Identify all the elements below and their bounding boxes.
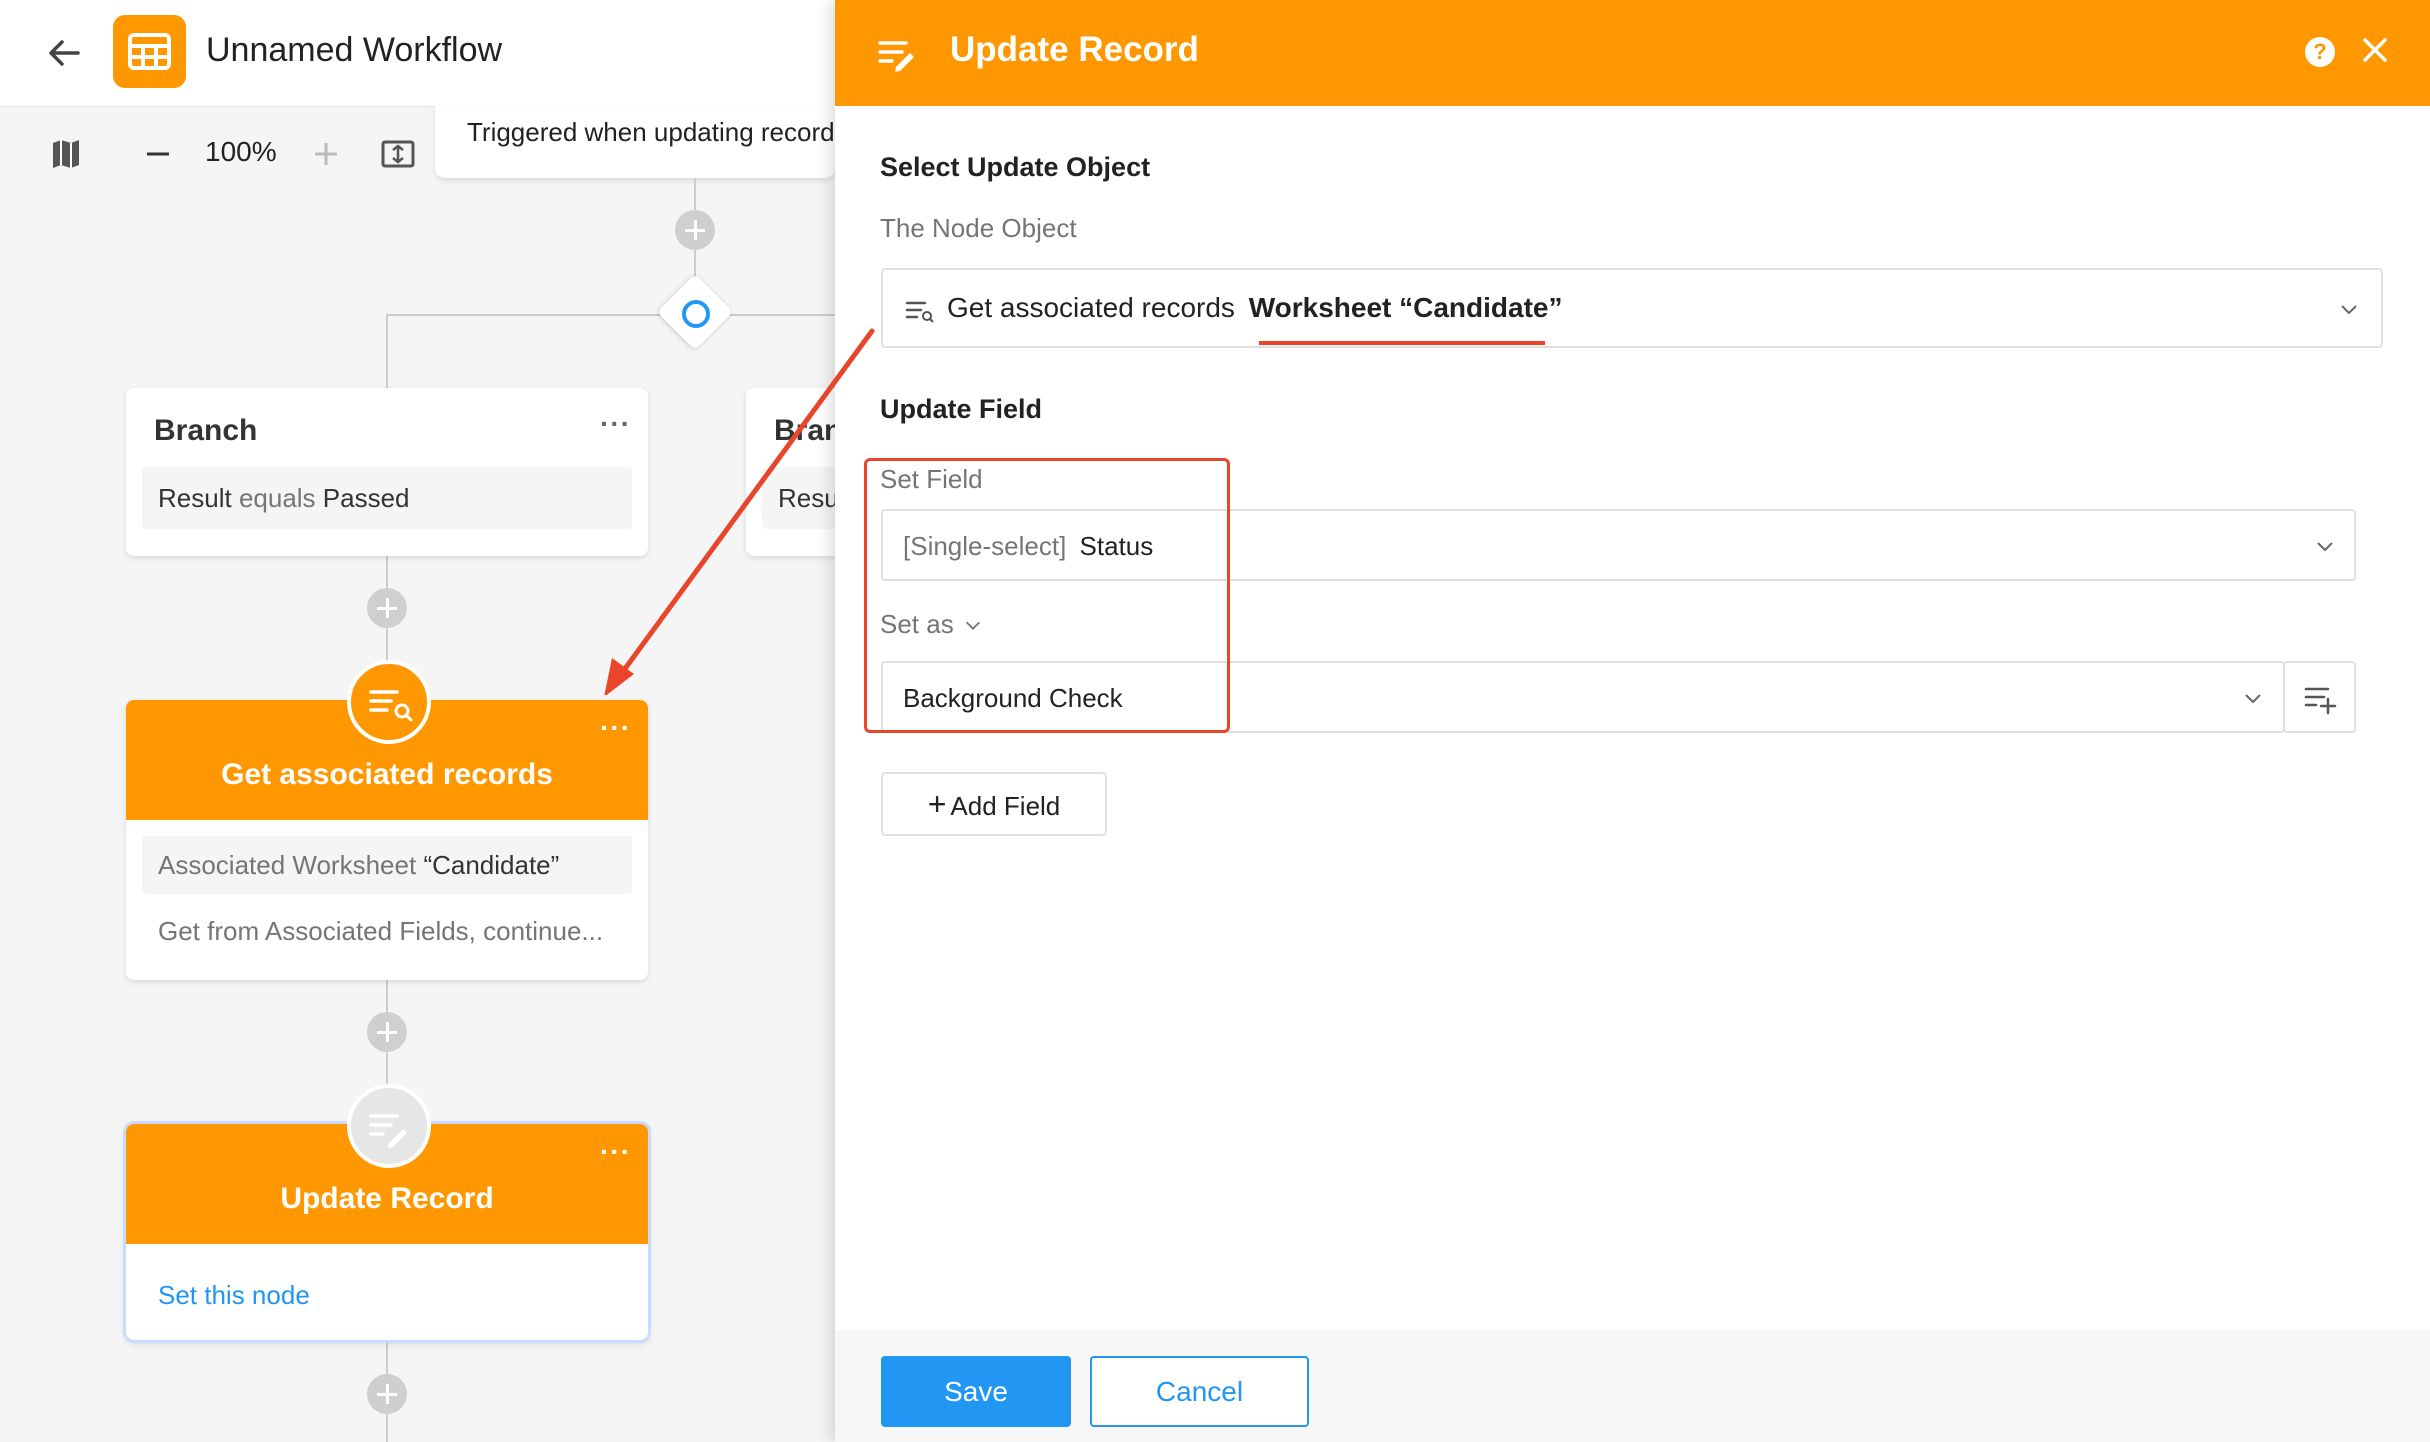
node-title: Get associated records: [221, 758, 553, 791]
update-record-icon: [347, 1084, 431, 1168]
fit-screen-icon[interactable]: [375, 131, 421, 177]
add-node-button[interactable]: [367, 1374, 407, 1414]
node-worksheet: Associated Worksheet “Candidate”: [142, 836, 632, 894]
node-object-prefix: Get associated records: [947, 292, 1235, 323]
zoom-level: 100%: [205, 136, 277, 167]
get-records-icon: [347, 660, 431, 744]
worksheet-label: Associated Worksheet: [158, 850, 417, 880]
panel-title: Update Record: [950, 30, 1199, 69]
worksheet-value: “Candidate”: [423, 850, 560, 880]
condition-value: Passed: [322, 483, 410, 513]
help-icon[interactable]: ?: [2305, 37, 2335, 67]
condition-operator: equals: [238, 483, 316, 513]
branch-condition: Result equals Passed: [142, 467, 632, 529]
branch-title: Branch: [154, 414, 258, 447]
select-object-title: Select Update Object: [880, 152, 1151, 182]
close-icon[interactable]: [2355, 30, 2395, 70]
node-object-select[interactable]: Get associated records Worksheet “Candid…: [881, 268, 2383, 348]
insert-field-button[interactable]: [2283, 661, 2356, 733]
update-field-title: Update Field: [880, 394, 1043, 424]
connector: [386, 314, 836, 316]
chevron-down-icon: [2245, 694, 2261, 704]
condition-field: Result: [158, 483, 232, 513]
node-menu-icon[interactable]: ···: [600, 712, 631, 744]
update-record-icon: [878, 41, 914, 72]
list-add-icon: [2304, 687, 2337, 715]
cancel-button[interactable]: Cancel: [1090, 1356, 1309, 1427]
branch-card-left[interactable]: Branch ··· Result equals Passed: [126, 388, 648, 556]
node-object-worksheet: Worksheet “Candidate”: [1248, 292, 1563, 323]
chevron-down-icon: [2317, 542, 2333, 552]
plus-icon: +: [927, 786, 947, 822]
workflow-title[interactable]: Unnamed Workflow: [206, 31, 502, 70]
node-description: Get from Associated Fields, continue...: [158, 916, 604, 946]
node-object-label: The Node Object: [880, 213, 1077, 243]
trigger-card[interactable]: Triggered when updating record: [435, 106, 835, 178]
annotation-underline: [1259, 341, 1545, 345]
chevron-down-icon: [2341, 305, 2357, 315]
map-icon[interactable]: [43, 131, 89, 177]
save-button[interactable]: Save: [881, 1356, 1071, 1427]
branch-node-marker: [682, 300, 710, 328]
set-node-link[interactable]: Set this node: [158, 1280, 310, 1311]
connector: [386, 314, 388, 389]
add-node-button[interactable]: [675, 210, 715, 250]
worksheet-grid-icon: [113, 15, 186, 88]
node-title: Update Record: [280, 1182, 494, 1215]
annotation-highlight-box: [864, 458, 1230, 733]
back-arrow-icon[interactable]: [38, 30, 90, 76]
add-node-button[interactable]: [367, 1012, 407, 1052]
zoom-out-icon[interactable]: [135, 131, 181, 177]
add-field-label: Add Field: [950, 791, 1061, 821]
add-field-button[interactable]: + Add Field: [881, 772, 1107, 836]
node-object-value: Get associated records Worksheet “Candid…: [947, 292, 1562, 324]
add-node-button[interactable]: [367, 588, 407, 628]
node-menu-icon[interactable]: ···: [600, 1136, 631, 1168]
annotation-arrow: [604, 328, 875, 695]
get-records-icon: [905, 301, 934, 323]
zoom-in-icon[interactable]: [303, 131, 349, 177]
panel-footer: [835, 1330, 2430, 1442]
